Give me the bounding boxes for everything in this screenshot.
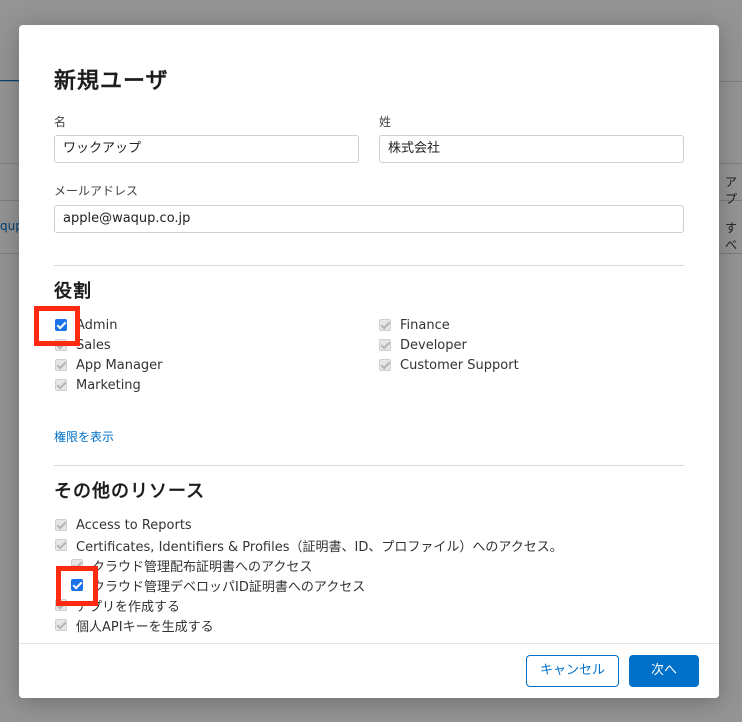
cancel-button[interactable]: キャンセル [526,655,619,687]
other-resources-title: その他のリソース [54,481,206,502]
role-developer-checkbox[interactable] [379,339,391,351]
role-app-manager-checkbox[interactable] [55,359,67,371]
role-app-manager[interactable]: App Manager [55,356,163,374]
roles-title: 役割 [54,281,92,302]
resource-access-reports[interactable]: Access to Reports [55,516,192,534]
email-label: メールアドレス [54,184,139,198]
email-input[interactable]: apple@waqup.co.jp [54,205,684,233]
resource-certificates[interactable]: Certificates, Identifiers & Profiles（証明書… [55,536,563,555]
role-developer-label: Developer [400,337,467,353]
new-user-dialog: 新規ユーザ 名 ワックアップ 姓 株式会社 メールアドレス apple@waqu… [19,25,719,698]
role-customer-support-checkbox[interactable] [379,359,391,371]
last-name-label: 姓 [379,115,392,129]
role-customer-support[interactable]: Customer Support [379,356,519,374]
role-marketing-label: Marketing [76,377,141,393]
resource-generate-api-key-checkbox[interactable] [55,619,67,631]
resource-cloud-developer-id-cert[interactable]: クラウド管理デベロッパID証明書へのアクセス [71,576,366,595]
resource-access-reports-label: Access to Reports [76,517,192,533]
section-divider [54,465,684,466]
last-name-input[interactable]: 株式会社 [379,135,684,163]
resource-generate-api-key-label: 個人APIキーを生成する [76,619,214,635]
role-customer-support-label: Customer Support [400,357,519,373]
role-marketing[interactable]: Marketing [55,376,141,394]
resource-cloud-developer-id-cert-label: クラウド管理デベロッパID証明書へのアクセス [92,579,366,595]
role-finance-checkbox[interactable] [379,319,391,331]
dialog-title: 新規ユーザ [54,69,169,94]
show-permissions-link[interactable]: 権限を表示 [54,428,114,445]
role-finance[interactable]: Finance [379,316,450,334]
role-app-manager-label: App Manager [76,357,163,373]
first-name-input[interactable]: ワックアップ [54,135,359,163]
resource-generate-api-key[interactable]: 個人APIキーを生成する [55,616,214,635]
role-marketing-checkbox[interactable] [55,379,67,391]
resource-cloud-distribution-cert-label: クラウド管理配布証明書へのアクセス [92,559,313,575]
resource-certificates-label: Certificates, Identifiers & Profiles（証明書… [76,539,563,555]
resource-cloud-distribution-cert[interactable]: クラウド管理配布証明書へのアクセス [71,556,313,575]
section-divider [54,265,684,266]
first-name-label: 名 [54,115,67,129]
resource-access-reports-checkbox[interactable] [55,519,67,531]
role-admin-label: Admin [76,317,118,333]
role-finance-label: Finance [400,317,450,333]
role-developer[interactable]: Developer [379,336,467,354]
dialog-footer: キャンセル 次へ [19,643,719,698]
highlight-box-developer-id [56,566,98,606]
role-sales-label: Sales [76,337,111,353]
highlight-box-admin [34,306,80,346]
resource-certificates-checkbox[interactable] [55,539,67,551]
next-button[interactable]: 次へ [629,655,699,687]
dialog-body: 新規ユーザ 名 ワックアップ 姓 株式会社 メールアドレス apple@waqu… [19,25,719,644]
